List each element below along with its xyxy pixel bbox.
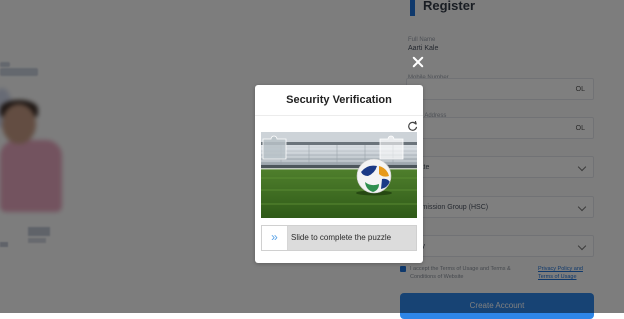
close-icon[interactable] — [410, 54, 426, 70]
double-chevron-right-icon: » — [271, 230, 278, 244]
puzzle-slider-track[interactable]: » Slide to complete the puzzle — [261, 225, 417, 251]
modal-divider — [255, 115, 423, 116]
security-verification-modal: Security Verification » Slide to complet… — [255, 85, 423, 263]
modal-title: Security Verification — [286, 94, 392, 106]
slider-handle[interactable]: » — [262, 226, 288, 250]
slider-instruction: Slide to complete the puzzle — [291, 233, 392, 242]
puzzle-image — [261, 132, 417, 218]
refresh-icon[interactable] — [407, 119, 418, 131]
